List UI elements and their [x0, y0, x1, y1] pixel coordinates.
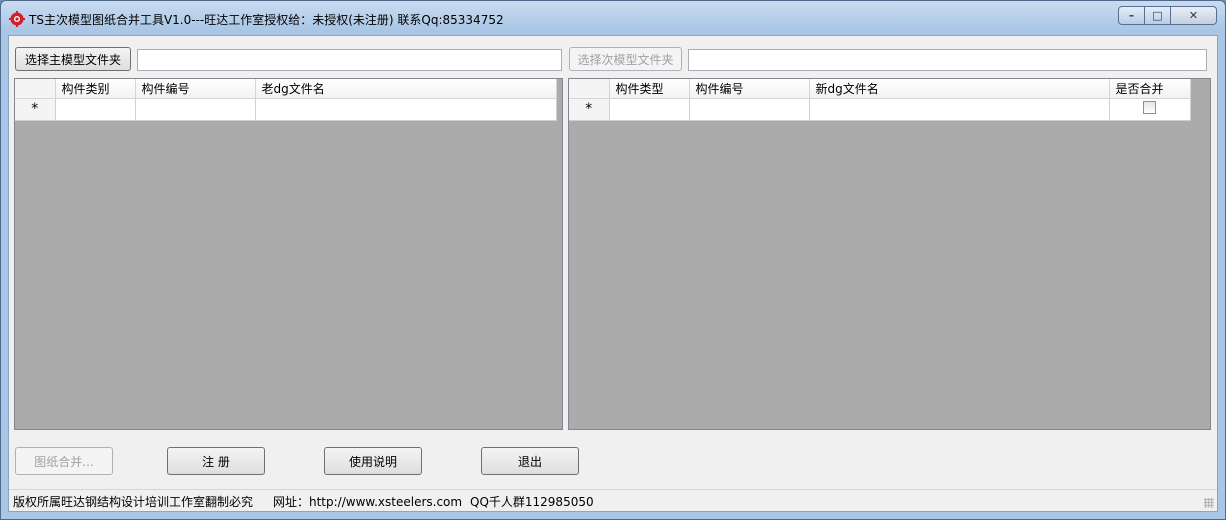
- resize-grip-icon[interactable]: [1204, 498, 1214, 508]
- maximize-icon: □: [1152, 9, 1163, 22]
- minimize-button[interactable]: –: [1118, 6, 1145, 25]
- column-header-old-dg-filename[interactable]: 老dg文件名: [255, 79, 557, 99]
- status-copyright: 版权所属旺达钢结构设计培训工作室翻制必究: [13, 495, 254, 509]
- help-button[interactable]: 使用说明: [324, 447, 422, 475]
- select-main-folder-button[interactable]: 选择主模型文件夹: [15, 47, 131, 71]
- column-header-merge-flag[interactable]: 是否合并: [1109, 79, 1191, 99]
- table-row-new[interactable]: *: [569, 98, 1191, 121]
- column-header-component-category[interactable]: 构件类别: [55, 79, 136, 99]
- table-cell[interactable]: [55, 98, 136, 121]
- close-button[interactable]: ✕: [1171, 6, 1217, 25]
- sub-folder-path-input[interactable]: [688, 49, 1207, 71]
- minimize-icon: –: [1128, 9, 1135, 22]
- row-header-corner: [569, 79, 610, 99]
- table-cell[interactable]: [255, 98, 557, 121]
- status-bar: 版权所属旺达钢结构设计培训工作室翻制必究 网址：http://www.xstee…: [9, 489, 1217, 511]
- column-header-component-number[interactable]: 构件编号: [135, 79, 256, 99]
- table-cell[interactable]: [609, 98, 690, 121]
- register-button[interactable]: 注 册: [167, 447, 265, 475]
- table-cell[interactable]: [135, 98, 256, 121]
- window-controls: – □ ✕: [1118, 6, 1217, 26]
- status-qq-group: QQ千人群112985050: [470, 495, 594, 509]
- close-icon: ✕: [1188, 9, 1199, 22]
- merge-drawings-button[interactable]: 图纸合并...: [15, 447, 113, 475]
- new-row-marker[interactable]: *: [15, 98, 56, 121]
- window-title: TS主次模型图纸合并工具V1.0---旺达工作室授权给：未授权(未注册) 联系Q…: [29, 13, 504, 27]
- row-header-corner: [15, 79, 56, 99]
- merge-checkbox-cell[interactable]: [1109, 98, 1191, 121]
- main-model-grid[interactable]: 构件类别 构件编号 老dg文件名 *: [14, 78, 563, 430]
- app-logo-icon: [9, 11, 25, 27]
- merge-checkbox[interactable]: [1143, 101, 1156, 114]
- client-area: 选择主模型文件夹 选择次模型文件夹 构件类别 构件编号 老dg文件名 * 构件类…: [8, 35, 1218, 512]
- main-model-table: 构件类别 构件编号 老dg文件名 *: [15, 79, 557, 121]
- main-folder-path-input[interactable]: [137, 49, 562, 71]
- maximize-button[interactable]: □: [1145, 6, 1171, 25]
- status-website: 网址：http://www.xsteelers.com: [273, 495, 463, 509]
- column-header-new-dg-filename[interactable]: 新dg文件名: [809, 79, 1110, 99]
- app-window: TS主次模型图纸合并工具V1.0---旺达工作室授权给：未授权(未注册) 联系Q…: [0, 0, 1226, 520]
- table-header-row: 构件类型 构件编号 新dg文件名 是否合并: [569, 79, 1191, 99]
- table-cell[interactable]: [809, 98, 1110, 121]
- select-sub-folder-button[interactable]: 选择次模型文件夹: [569, 47, 682, 71]
- column-header-component-number[interactable]: 构件编号: [689, 79, 810, 99]
- column-header-component-type[interactable]: 构件类型: [609, 79, 690, 99]
- table-row-new[interactable]: *: [15, 98, 557, 121]
- sub-model-table: 构件类型 构件编号 新dg文件名 是否合并 *: [569, 79, 1191, 121]
- table-cell[interactable]: [689, 98, 810, 121]
- exit-button[interactable]: 退出: [481, 447, 579, 475]
- new-row-marker[interactable]: *: [569, 98, 610, 121]
- title-bar[interactable]: TS主次模型图纸合并工具V1.0---旺达工作室授权给：未授权(未注册) 联系Q…: [1, 1, 1225, 35]
- table-header-row: 构件类别 构件编号 老dg文件名: [15, 79, 557, 99]
- sub-model-grid[interactable]: 构件类型 构件编号 新dg文件名 是否合并 *: [568, 78, 1211, 430]
